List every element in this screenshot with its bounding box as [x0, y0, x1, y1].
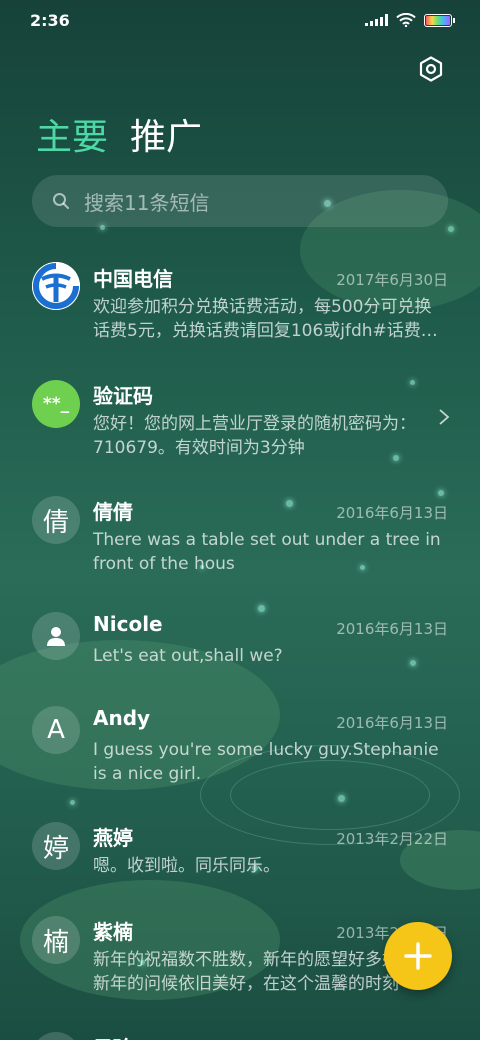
list-item[interactable]: 倩 倩倩 2016年6月13日 There was a table set ou…: [0, 478, 480, 594]
contact-name: 验证码: [93, 384, 153, 408]
person-icon: [32, 612, 80, 660]
tab-promotions[interactable]: 推广: [130, 108, 202, 160]
new-message-button[interactable]: [384, 922, 452, 990]
contact-name: 紫楠: [93, 920, 133, 944]
tab-primary[interactable]: 主要: [36, 108, 108, 160]
list-item[interactable]: Nicole 2016年6月13日 Let's eat out,shall we…: [0, 594, 480, 688]
signal-icon: [365, 14, 388, 26]
list-item[interactable]: A Andy 2016年6月13日 I guess you're some lu…: [0, 688, 480, 804]
list-item[interactable]: 婷 燕婷 2013年2月22日 嗯。收到啦。同乐同乐。: [0, 804, 480, 898]
message-date: 2016年6月13日: [336, 504, 448, 522]
message-preview: 您好！您的网上营业厅登录的随机密码为：710679。有效时间为3分钟: [93, 414, 416, 458]
verification-code-avatar: **_: [32, 380, 80, 428]
message-preview: There was a table set out under a tree i…: [93, 530, 441, 574]
contact-name: 燕婷: [93, 826, 133, 850]
list-item[interactable]: 中国电信 2017年6月30日 欢迎参加积分兑换话费活动，每500分可兑换话费5…: [0, 245, 480, 362]
wifi-icon: [396, 13, 416, 27]
avatar: 楠: [32, 916, 80, 964]
search-icon: [53, 193, 69, 209]
avatar: 婷: [32, 822, 80, 870]
avatar: A: [32, 706, 80, 754]
message-date: 2016年6月13日: [336, 620, 448, 638]
chevron-right-icon[interactable]: [438, 408, 450, 426]
message-preview: 欢迎参加积分兑换话费活动，每500分可兑换话费5元，兑换话费请回复106或jfd…: [93, 297, 438, 341]
plus-icon: [404, 942, 432, 970]
battery-icon: [424, 13, 455, 27]
search-input[interactable]: 搜索11条短信: [32, 175, 448, 227]
message-date: 2017年6月30日: [336, 271, 448, 289]
contact-name: Andy: [93, 706, 151, 730]
contact-name: 中国电信: [93, 267, 173, 291]
search-placeholder: 搜索11条短信: [84, 190, 210, 215]
contact-name: 倩倩: [93, 500, 133, 524]
status-bar: 2:36: [0, 0, 480, 40]
message-list: 中国电信 2017年6月30日 欢迎参加积分兑换话费活动，每500分可兑换话费5…: [0, 245, 480, 1040]
message-date: 2013年2月22日: [336, 830, 448, 848]
message-preview: I guess you're some lucky guy.Stephanie …: [93, 740, 439, 784]
tab-bar: 主要 推广: [36, 108, 202, 160]
message-preview: 嗯。收到啦。同乐同乐。: [93, 856, 280, 876]
message-date: 2016年6月13日: [336, 714, 448, 732]
status-time: 2:36: [30, 10, 70, 30]
contact-name: Nicole: [93, 612, 163, 636]
contact-name: 子玲: [93, 1032, 133, 1040]
avatar: [32, 1032, 80, 1040]
list-item[interactable]: **_ 验证码 您好！您的网上营业厅登录的随机密码为：710679。有效时间为3…: [0, 362, 480, 478]
avatar: 倩: [32, 496, 80, 544]
china-telecom-logo-icon: [32, 262, 80, 310]
list-item[interactable]: 子玲: [0, 1014, 480, 1040]
message-preview: Let's eat out,shall we?: [93, 646, 283, 666]
settings-icon[interactable]: [418, 56, 444, 82]
